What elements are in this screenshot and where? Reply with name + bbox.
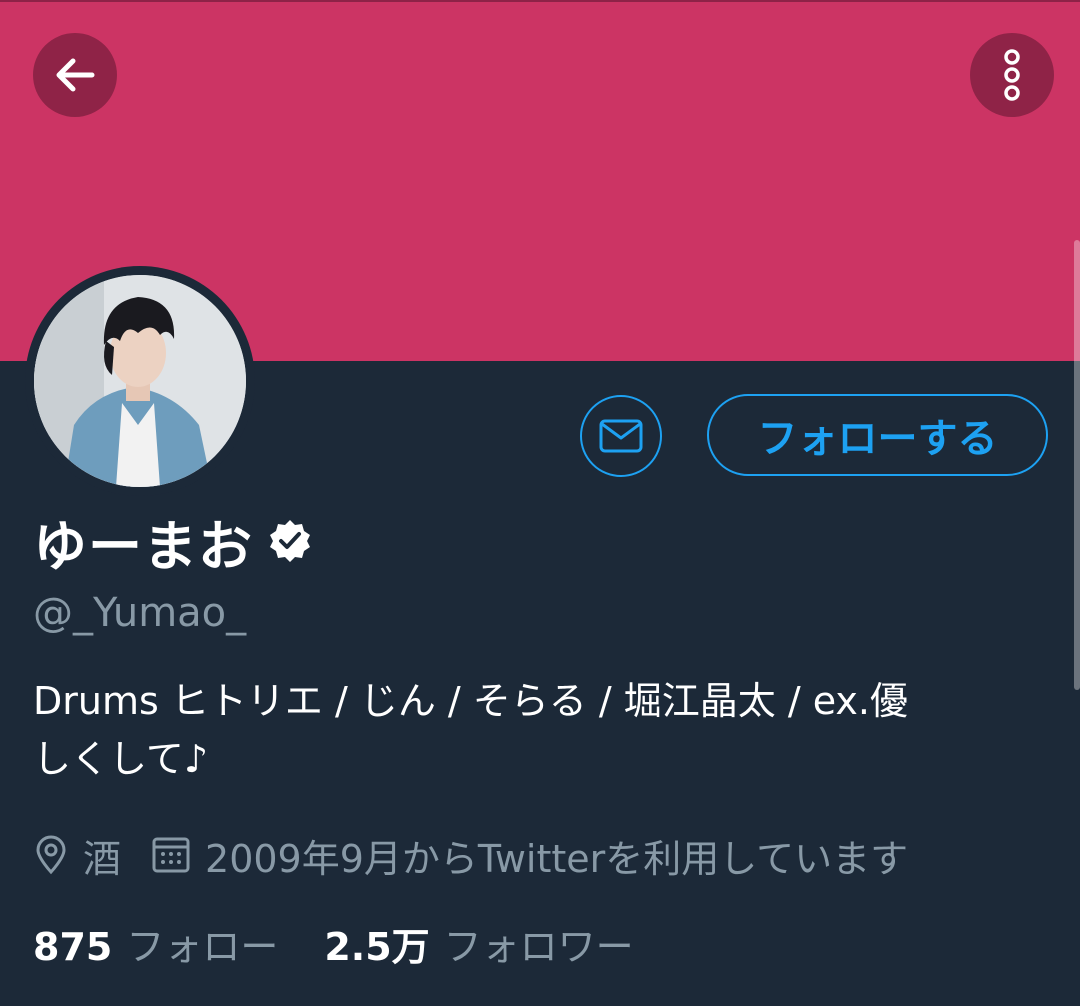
follow-stats: 875 フォロー 2.5万 フォロワー [33,913,634,973]
avatar-frame[interactable] [25,266,255,496]
more-vertical-icon [1004,49,1020,101]
bio-line: Drums ヒトリエ / じん / そらる / 堀江晶太 / ex.優 [33,679,908,723]
mail-icon [599,419,643,453]
following-stat[interactable]: 875 フォロー [33,916,278,971]
profile-meta: 酒 2009年9月からTwitterを利用しています [33,825,908,885]
location-text: 酒 [83,836,122,881]
display-name: ゆーまお [33,514,253,578]
user-handle: @_Yumao_ [33,590,247,636]
more-options-button[interactable] [970,33,1054,117]
status-divider [0,0,1080,2]
follow-button[interactable]: フォローする [707,394,1048,476]
followers-stat[interactable]: 2.5万 フォロワー [324,916,633,971]
avatar-photo [34,275,246,487]
joined-date: 2009年9月からTwitterを利用しています [205,836,909,881]
verified-badge-icon [270,520,310,562]
followers-label: フォロワー [443,924,634,969]
location-pin-icon [36,835,66,875]
profile-name-row: ゆーまお [33,505,313,578]
avatar[interactable] [34,275,246,487]
bio-line: しくして♪ [33,737,209,781]
back-button[interactable] [33,33,117,117]
following-count: 875 [33,924,113,969]
arrow-left-icon [56,58,95,92]
followers-count: 2.5万 [324,924,430,969]
scrollbar[interactable] [1074,240,1080,690]
message-button[interactable] [580,395,662,477]
profile-bio: Drums ヒトリエ / じん / そらる / 堀江晶太 / ex.優 しくして… [33,672,1043,788]
following-label: フォロー [126,924,279,969]
calendar-icon [152,837,190,873]
